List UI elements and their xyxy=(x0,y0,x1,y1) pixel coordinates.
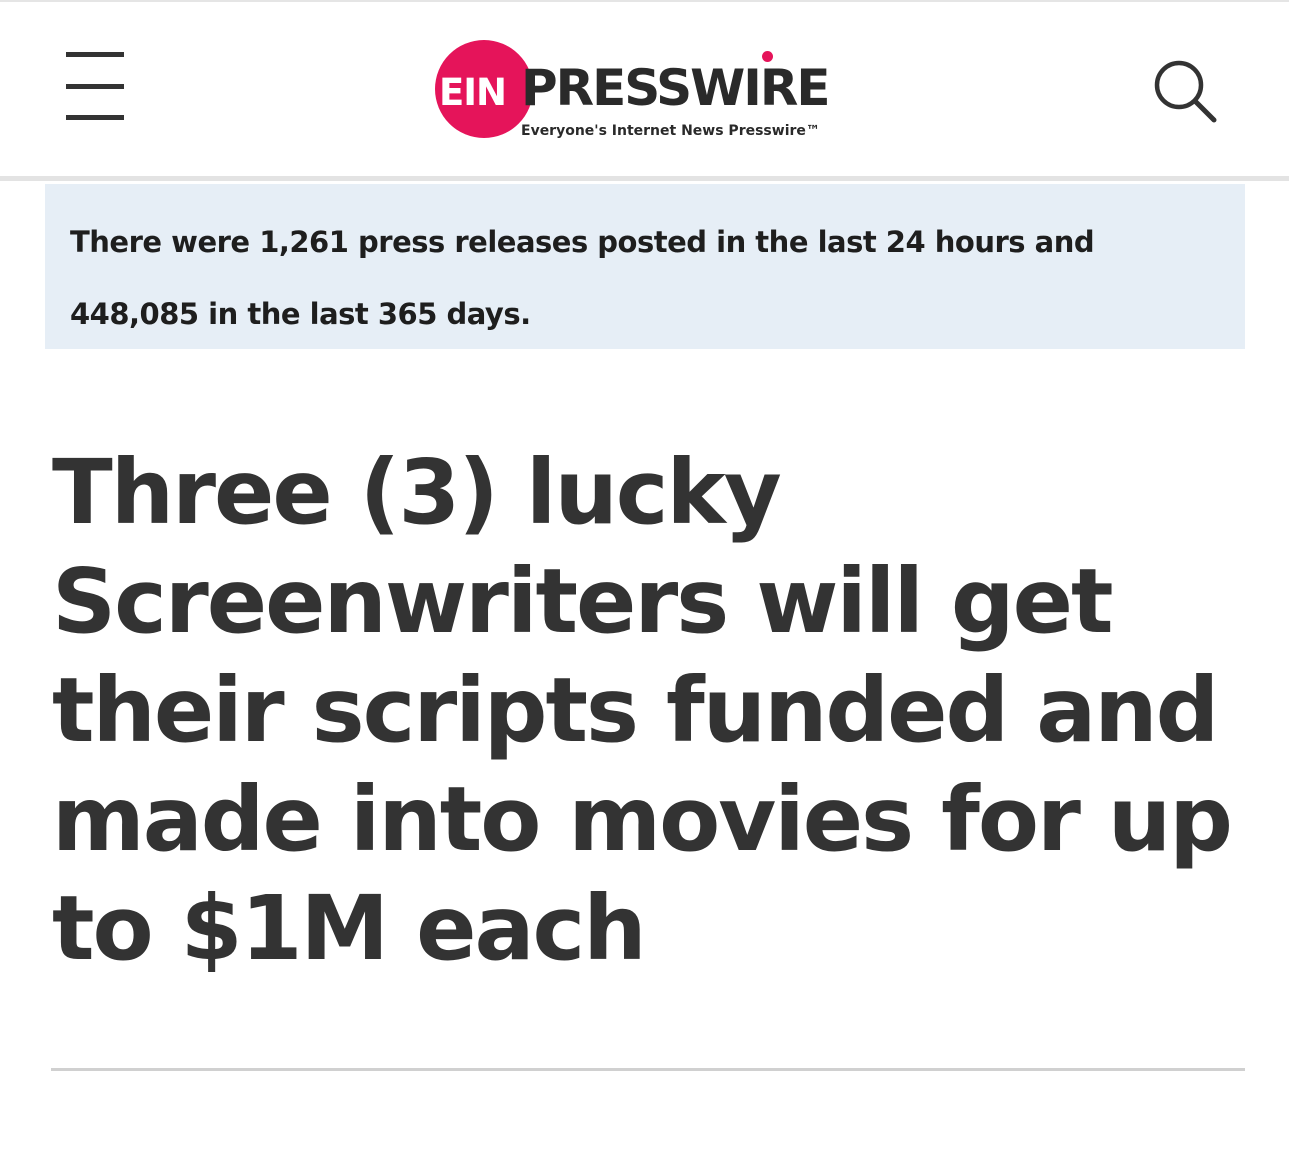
article-headline: Three (3) lucky Screenwriters will get t… xyxy=(52,440,1233,980)
hamburger-menu-button[interactable] xyxy=(66,52,124,122)
menu-line xyxy=(66,115,124,120)
menu-line xyxy=(66,84,124,89)
menu-line xyxy=(66,52,124,57)
search-button[interactable] xyxy=(1152,58,1218,124)
einpresswire-logo[interactable]: EIN PRESSWIRE Everyone's Internet News P… xyxy=(435,40,865,140)
content-divider xyxy=(51,1068,1245,1071)
stats-text: There were 1,261 press releases posted i… xyxy=(70,225,1095,331)
search-icon xyxy=(1154,60,1217,123)
logo-tagline: Everyone's Internet News Presswire™ xyxy=(521,123,820,139)
header-divider xyxy=(0,176,1289,181)
logo-presswire-text: PRESSWIRE xyxy=(521,59,830,117)
logo-ein-text: EIN xyxy=(439,71,507,114)
logo-dot xyxy=(762,51,773,62)
press-release-stats-banner: There were 1,261 press releases posted i… xyxy=(45,184,1245,349)
site-header: EIN PRESSWIRE Everyone's Internet News P… xyxy=(0,0,1289,176)
